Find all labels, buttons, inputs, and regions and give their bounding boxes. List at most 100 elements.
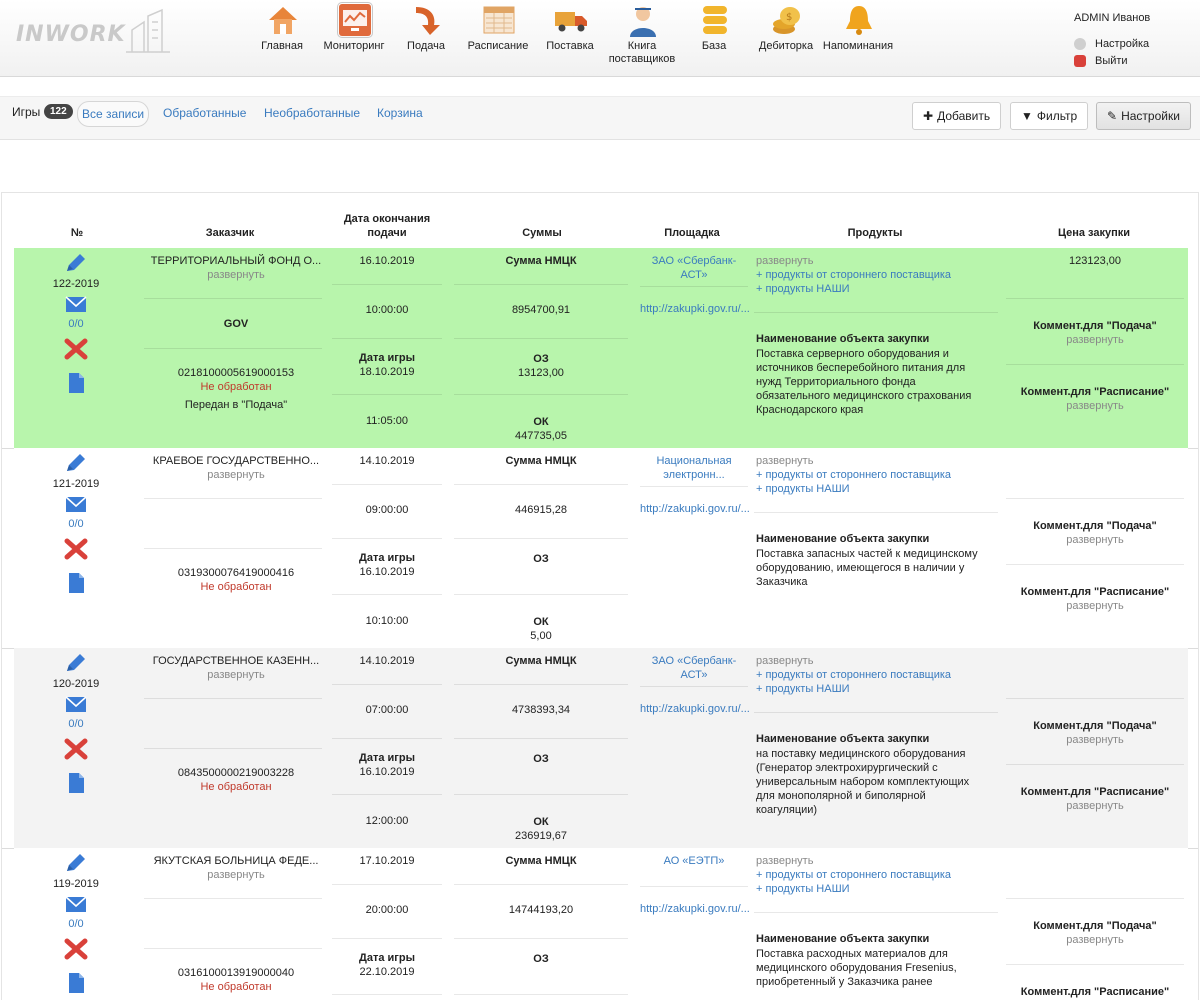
comment-schedule-expand-link[interactable]: развернуть [1006, 599, 1184, 613]
logo-text: INWORK [16, 22, 126, 47]
add-own-products-link[interactable]: + продукты НАШИ [756, 882, 1006, 896]
nav-database[interactable]: База [678, 0, 750, 77]
delete-icon[interactable] [64, 938, 88, 960]
settings-button[interactable]: ✎ Настройки [1096, 102, 1191, 130]
document-icon[interactable] [64, 972, 88, 994]
edit-pencil-icon[interactable] [64, 652, 88, 674]
add-own-products-link[interactable]: + продукты НАШИ [756, 282, 1006, 296]
customer-name[interactable]: ЯКУТСКАЯ БОЛЬНИЦА ФЕДЕ... [150, 854, 322, 868]
game-date: 22.10.2019 [359, 966, 415, 978]
col-purchase-price[interactable]: Цена закупки [1004, 193, 1184, 248]
products-expand-link[interactable]: развернуть [756, 654, 1006, 668]
add-third-party-products-link[interactable]: + продукты от стороннего поставщика [756, 268, 1006, 282]
products-expand-link[interactable]: развернуть [756, 454, 1006, 468]
customer-name[interactable]: КРАЕВОЕ ГОСУДАРСТВЕННО... [150, 454, 322, 468]
ok-label: ОК [533, 616, 549, 628]
record-number: 120-2019 [52, 678, 100, 690]
document-icon[interactable] [64, 372, 88, 394]
document-icon[interactable] [64, 772, 88, 794]
tab-all-records[interactable]: Все записи [77, 101, 150, 127]
game-date-label: Дата игры [359, 952, 415, 964]
nav-schedule[interactable]: Расписание [462, 0, 534, 77]
games-label: Игры [12, 105, 41, 119]
nav-supplier-book[interactable]: Книга поставщиков [606, 0, 678, 77]
filter-button[interactable]: ▼ Фильтр [1010, 102, 1089, 130]
products-expand-link[interactable]: развернуть [756, 854, 1006, 868]
comment-schedule-expand-link[interactable]: развернуть [1006, 799, 1184, 813]
col-number[interactable]: № [47, 193, 107, 248]
settings-link[interactable]: Настройка [1074, 36, 1194, 52]
zakupki-link[interactable]: http://zakupki.gov.ru/... [640, 902, 750, 916]
nav-monitoring[interactable]: Мониторинг [318, 0, 390, 77]
add-button[interactable]: ✚ Добавить [912, 102, 1002, 130]
mail-icon[interactable] [64, 494, 88, 516]
end-time: 09:00:00 [365, 504, 409, 516]
col-products[interactable]: Продукты [752, 193, 998, 248]
cell-divider [1006, 298, 1184, 299]
tab-processed[interactable]: Обработанные [163, 101, 246, 127]
tab-unprocessed[interactable]: Необработанные [264, 101, 360, 127]
customer-expand-link[interactable]: развернуть [150, 268, 322, 282]
nmck-value: 4738393,34 [511, 704, 571, 716]
table-row: 119-2019 0/0 ЯКУТСКАЯ БОЛЬНИЦА ФЕДЕ... разв… [14, 848, 1188, 1000]
add-own-products-link[interactable]: + продукты НАШИ [756, 682, 1006, 696]
col-customer[interactable]: Заказчик [144, 193, 316, 248]
cell-divider [454, 738, 628, 739]
comment-submit-expand-link[interactable]: развернуть [1006, 533, 1184, 547]
zakupki-link[interactable]: http://zakupki.gov.ru/... [640, 502, 750, 516]
comment-schedule-expand-link[interactable]: развернуть [1006, 399, 1184, 413]
mail-icon[interactable] [64, 294, 88, 316]
customer-expand-link[interactable]: развернуть [150, 868, 322, 882]
delete-icon[interactable] [64, 338, 88, 360]
add-third-party-products-link[interactable]: + продукты от стороннего поставщика [756, 668, 1006, 682]
edit-pencil-icon[interactable] [64, 252, 88, 274]
delete-icon[interactable] [64, 738, 88, 760]
tab-trash[interactable]: Корзина [377, 101, 423, 127]
cell-divider [454, 284, 628, 285]
document-icon[interactable] [64, 572, 88, 594]
cell-divider [144, 748, 322, 749]
edit-pencil-icon[interactable] [64, 852, 88, 874]
ok-value: 236919,67 [515, 830, 567, 842]
nav-submit[interactable]: Подача [390, 0, 462, 77]
products-expand-link[interactable]: развернуть [756, 254, 1006, 268]
platform-link[interactable]: ЗАО «Сбербанк-АСТ» [640, 654, 748, 682]
comment-submit-expand-link[interactable]: развернуть [1006, 933, 1184, 947]
comment-submit-expand-link[interactable]: развернуть [1006, 333, 1184, 347]
customer-expand-link[interactable]: развернуть [150, 668, 322, 682]
logout-link-label: Выйти [1095, 55, 1128, 67]
comment-submit-expand-link[interactable]: развернуть [1006, 733, 1184, 747]
logout-link[interactable]: Выйти [1074, 53, 1194, 69]
edit-pencil-icon[interactable] [64, 452, 88, 474]
delete-icon[interactable] [64, 538, 88, 560]
filter-icon: ▼ [1021, 109, 1033, 123]
platform-link[interactable]: ЗАО «Сбербанк-АСТ» [640, 254, 748, 282]
cell-divider [1006, 964, 1184, 965]
mail-icon[interactable] [64, 694, 88, 716]
cell-divider [332, 684, 442, 685]
nav-receivables[interactable]: $ Дебиторка [750, 0, 822, 77]
registry-number: 0218100005619000153 [177, 367, 295, 379]
gear-icon [1074, 38, 1086, 50]
add-third-party-products-link[interactable]: + продукты от стороннего поставщика [756, 868, 1006, 882]
col-platform[interactable]: Площадка [642, 193, 742, 248]
customer-name[interactable]: ТЕРРИТОРИАЛЬНЫЙ ФОНД О... [150, 254, 322, 268]
app-logo[interactable]: INWORK [14, 8, 174, 58]
nav-home[interactable]: Главная [246, 0, 318, 77]
status-text: Не обработан [200, 381, 272, 393]
add-third-party-products-link[interactable]: + продукты от стороннего поставщика [756, 468, 1006, 482]
customer-name[interactable]: ГОСУДАРСТВЕННОЕ КАЗЕНН... [150, 654, 322, 668]
zakupki-link[interactable]: http://zakupki.gov.ru/... [640, 302, 750, 316]
nav-reminders[interactable]: Напоминания [822, 0, 894, 77]
customer-expand-link[interactable]: развернуть [150, 468, 322, 482]
platform-link[interactable]: Национальная электронн... [640, 454, 748, 482]
mail-icon[interactable] [64, 894, 88, 916]
col-sums[interactable]: Суммы [456, 193, 628, 248]
platform-link[interactable]: АО «ЕЭТП» [640, 854, 748, 868]
add-own-products-link[interactable]: + продукты НАШИ [756, 482, 1006, 496]
zakupki-link[interactable]: http://zakupki.gov.ru/... [640, 702, 750, 716]
nav-delivery[interactable]: Поставка [534, 0, 606, 77]
col-end-date[interactable]: Дата окончания подачи [332, 193, 442, 248]
settings-button-label: Настройки [1121, 109, 1180, 123]
cell-divider [144, 898, 322, 899]
